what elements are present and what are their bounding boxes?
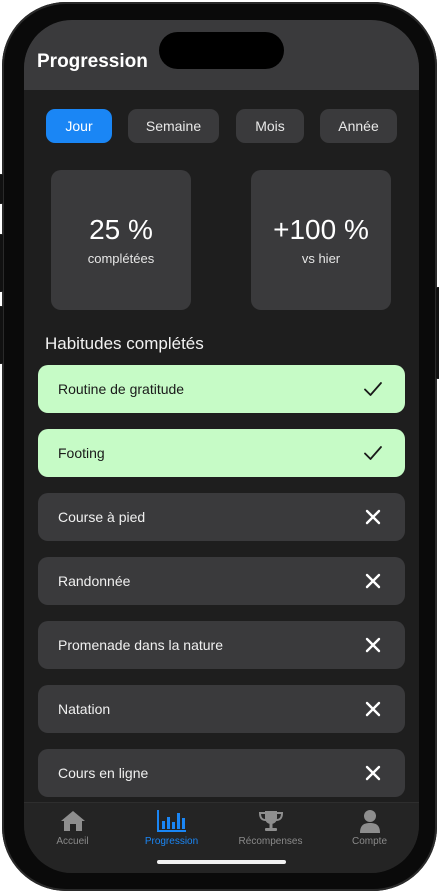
tab-progression[interactable]: Progression xyxy=(122,809,221,847)
home-icon xyxy=(60,811,85,831)
tab-home-label: Accueil xyxy=(56,836,89,847)
bar-chart-icon xyxy=(156,810,186,832)
cross-icon xyxy=(365,637,381,653)
section-title: Habitudes complétés xyxy=(45,334,204,353)
page-title: Progression xyxy=(37,51,148,72)
phone-frame: Progression Jour Semaine Mois Année 25 %… xyxy=(0,2,439,891)
habit-name: Cours en ligne xyxy=(58,765,149,781)
habit-row[interactable]: Natation xyxy=(38,685,405,733)
tab-account[interactable]: Compte xyxy=(320,809,419,847)
cross-icon xyxy=(365,701,381,717)
completion-value: 25 % xyxy=(89,214,153,245)
tab-rewards[interactable]: Récompenses xyxy=(221,809,320,847)
period-tab-year[interactable]: Année xyxy=(320,109,397,143)
comparison-stat-card: +100 % vs hier xyxy=(251,170,391,310)
habit-row[interactable]: Randonnée xyxy=(38,557,405,605)
habit-row[interactable]: Promenade dans la nature xyxy=(38,621,405,669)
period-tab-day[interactable]: Jour xyxy=(46,109,112,143)
trophy-icon xyxy=(258,811,283,831)
action-button xyxy=(0,174,3,204)
volume-down-button xyxy=(0,306,3,364)
cross-icon xyxy=(365,509,381,525)
habit-row[interactable]: Routine de gratitude xyxy=(38,365,405,413)
user-icon xyxy=(359,810,380,833)
habit-name: Course à pied xyxy=(58,509,146,525)
habit-name: Randonnée xyxy=(58,573,131,589)
habit-row[interactable]: Course à pied xyxy=(38,493,405,541)
habit-name: Promenade dans la nature xyxy=(58,637,223,653)
screen: Progression Jour Semaine Mois Année 25 %… xyxy=(24,20,419,873)
habit-name: Natation xyxy=(58,701,111,717)
comparison-value: +100 % xyxy=(273,214,369,245)
habit-name: Routine de gratitude xyxy=(58,381,185,397)
cross-icon xyxy=(365,573,381,589)
completion-caption: complétées xyxy=(87,251,155,266)
tab-progression-label: Progression xyxy=(144,836,199,847)
tab-account-label: Compte xyxy=(351,836,387,847)
comparison-caption: vs hier xyxy=(301,251,341,266)
home-indicator[interactable] xyxy=(157,860,286,864)
cross-icon xyxy=(365,765,381,781)
period-tab-month[interactable]: Mois xyxy=(236,109,304,143)
check-icon xyxy=(364,382,382,396)
check-icon xyxy=(364,446,382,460)
period-tab-week[interactable]: Semaine xyxy=(128,109,219,143)
habit-row[interactable]: Footing xyxy=(38,429,405,477)
tab-rewards-label: Récompenses xyxy=(238,836,303,847)
habit-row[interactable]: Cours en ligne xyxy=(38,749,405,797)
tab-home[interactable]: Accueil xyxy=(24,809,122,847)
dynamic-island xyxy=(159,32,284,69)
volume-up-button xyxy=(0,234,3,292)
habit-name: Footing xyxy=(58,445,105,461)
completion-stat-card: 25 % complétées xyxy=(51,170,191,310)
